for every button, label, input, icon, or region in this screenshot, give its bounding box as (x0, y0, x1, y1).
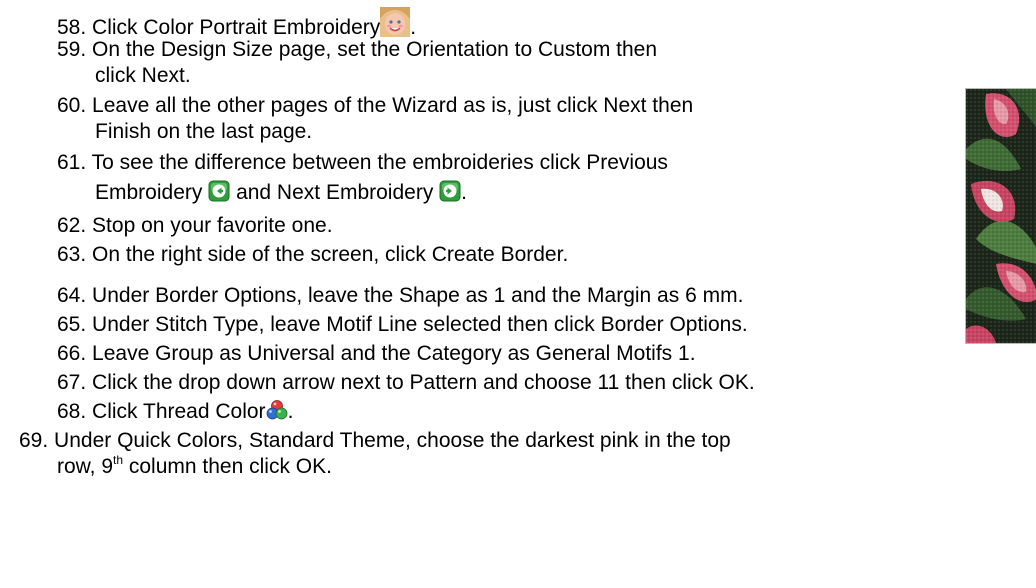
step-text: Under Quick Colors, Standard Theme, choo… (54, 429, 731, 452)
step-text: Click the drop down arrow next to Patter… (92, 371, 755, 394)
step-number: 63. (57, 243, 87, 266)
step-60-continued: Finish on the last page. (95, 120, 313, 143)
previous-embroidery-icon (208, 180, 230, 209)
step-69: 69. Under Quick Colors, Standard Theme, … (19, 428, 731, 454)
step-65: 65. Under Stitch Type, leave Motif Line … (57, 312, 748, 338)
step-63: 63. On the right side of the screen, cli… (57, 242, 568, 268)
step-62: 62. Stop on your favorite one. (57, 213, 333, 239)
step-text: Stop on your favorite one. (92, 214, 333, 237)
step-number: 69. (19, 429, 49, 452)
embroidery-photo (965, 88, 1036, 344)
step-number: 67. (57, 371, 87, 394)
step-text: Under Stitch Type, leave Motif Line sele… (92, 313, 748, 336)
step-text: Click Color Portrait Embroidery (92, 16, 381, 39)
step-text: To see the difference between the embroi… (91, 151, 668, 174)
step-64: 64. Under Border Options, leave the Shap… (57, 283, 743, 309)
step-text: Click Thread Color (92, 400, 266, 423)
step-61-continued: Embroidery and Next Embroidery . (95, 180, 467, 209)
step-68: 68. Click Thread Color . (57, 399, 293, 428)
step-59: 59. On the Design Size page, set the Ori… (57, 37, 657, 63)
next-embroidery-icon (439, 180, 461, 209)
step-number: 62. (57, 214, 87, 237)
thread-color-icon (266, 399, 288, 428)
step-number: 68. (57, 400, 87, 423)
step-67: 67. Click the drop down arrow next to Pa… (57, 370, 755, 396)
step-text: On the Design Size page, set the Orienta… (92, 38, 658, 61)
step-61: 61. To see the difference between the em… (57, 150, 668, 176)
step-text: On the right side of the screen, click C… (92, 243, 569, 266)
step-number: 59. (57, 38, 87, 61)
step-59-continued: click Next. (95, 64, 191, 87)
step-number: 65. (57, 313, 87, 336)
step-text: Leave Group as Universal and the Categor… (92, 342, 696, 365)
step-number: 64. (57, 284, 87, 307)
step-number: 60. (57, 94, 87, 117)
step-number: 61. (57, 151, 87, 174)
step-text: Under Border Options, leave the Shape as… (92, 284, 744, 307)
step-text: Leave all the other pages of the Wizard … (92, 94, 694, 117)
step-69-continued: row, 9th column then click OK. (57, 453, 332, 478)
step-66: 66. Leave Group as Universal and the Cat… (57, 341, 696, 367)
step-60: 60. Leave all the other pages of the Wiz… (57, 93, 693, 119)
step-number: 66. (57, 342, 87, 365)
step-number: 58. (57, 16, 87, 39)
